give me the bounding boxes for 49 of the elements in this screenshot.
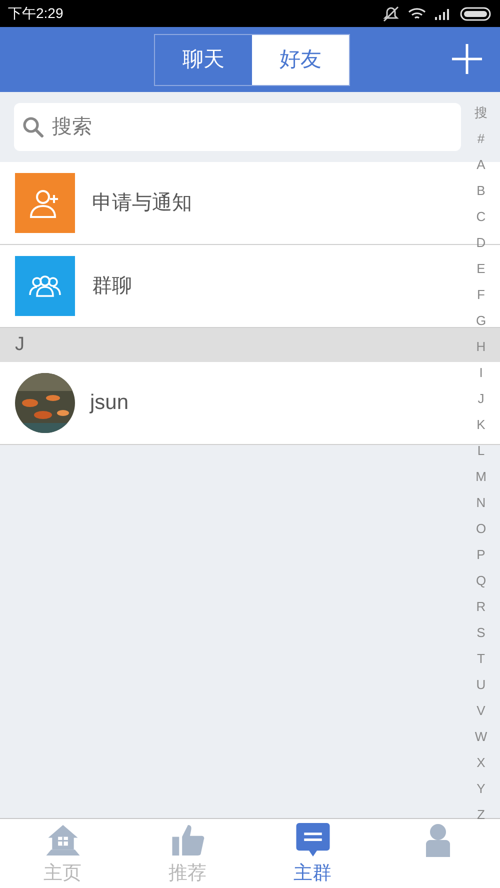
search-field[interactable]: 搜索 [14,103,461,151]
muted-bell-icon [382,6,400,22]
index-letter[interactable]: I [479,360,483,386]
index-letter[interactable]: S [476,620,486,646]
row-label: 申请与通知 [92,191,192,216]
status-time: 下午2:29 [8,4,64,23]
wifi-icon [408,6,426,20]
search-icon [22,116,44,138]
nav-tab[interactable]: 主页 [0,819,125,888]
index-letter[interactable]: O [476,516,486,542]
battery-icon [460,6,492,20]
signal-icon [434,8,452,20]
nav-tab[interactable]: 主群 [250,819,375,888]
thumbs-up-icon [170,823,206,858]
index-letter[interactable]: A [476,152,486,178]
index-letter[interactable]: H [476,334,486,360]
index-letter[interactable]: N [476,490,486,516]
home-icon [44,823,80,858]
index-letter[interactable]: E [476,256,486,282]
index-letter[interactable]: F [477,282,485,308]
index-letter[interactable]: # [477,126,485,152]
header-tab[interactable]: 好友 [252,34,349,84]
index-letter[interactable]: T [477,646,485,672]
index-letter[interactable]: Y [476,776,486,802]
index-letter[interactable]: B [476,178,486,204]
add-icon[interactable] [452,44,482,74]
index-letter[interactable]: X [476,750,486,776]
contact-name: jsun [90,390,129,416]
message-icon [294,823,330,858]
index-letter[interactable]: V [476,698,486,724]
index-letter[interactable]: C [476,204,486,230]
index-letter[interactable]: G [476,308,486,334]
nav-tab[interactable]: 推荐 [125,819,250,888]
index-letter[interactable]: W [474,724,488,750]
index-letter[interactable]: Q [476,568,486,594]
index-letter[interactable]: D [476,230,486,256]
index-letter[interactable]: M [476,464,486,490]
section-letter: J [15,332,24,357]
index-letter[interactable]: L [477,438,485,464]
index-letter[interactable]: U [476,672,486,698]
index-letter[interactable]: 搜 [474,100,488,126]
group-icon [15,256,75,316]
index-letter[interactable]: R [476,594,486,620]
index-letter[interactable]: P [476,542,486,568]
person-add-icon [15,173,75,233]
index-letter[interactable]: Z [477,802,485,828]
row-label: 群聊 [92,274,132,299]
index-letter[interactable]: J [478,386,484,412]
index-letter[interactable]: K [476,412,486,438]
